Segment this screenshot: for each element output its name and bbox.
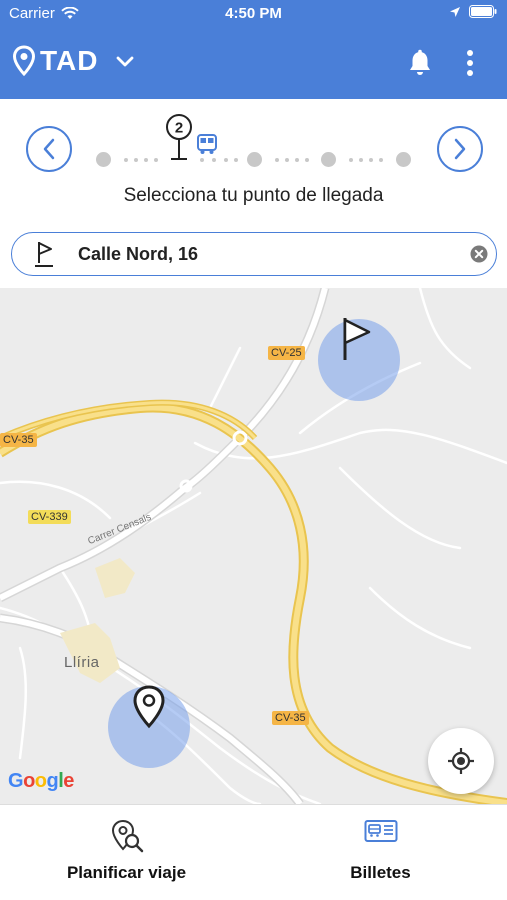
destination-input[interactable] xyxy=(78,239,458,269)
app-bar: TAD xyxy=(0,27,507,99)
tab-planificar-viaje[interactable]: Planificar viaje xyxy=(0,805,253,900)
step-separator-dot xyxy=(359,158,363,162)
arrival-marker[interactable] xyxy=(339,316,373,369)
map-search-icon xyxy=(109,819,145,858)
tab-planificar-label: Planificar viaje xyxy=(66,863,187,882)
step-separator-dot xyxy=(295,158,299,162)
tab-billetes[interactable]: Billetes xyxy=(254,805,507,900)
bus-icon xyxy=(197,134,217,154)
status-time: 4:50 PM xyxy=(225,5,282,22)
current-step-number: 2 xyxy=(175,120,183,137)
my-location-button[interactable] xyxy=(428,728,494,794)
town-label: Llíria xyxy=(64,654,100,671)
more-vertical-icon xyxy=(467,50,473,76)
chevron-right-icon xyxy=(454,138,466,160)
app-logo[interactable]: TAD xyxy=(12,45,98,77)
location-arrow-icon xyxy=(450,6,460,17)
step-pin-icon: 2 xyxy=(166,114,192,160)
battery-icon xyxy=(469,5,497,18)
destination-search-field[interactable] xyxy=(11,232,497,276)
step-separator-dot xyxy=(154,158,158,162)
step-separator-dot xyxy=(134,158,138,162)
step-separator-dot xyxy=(369,158,373,162)
previous-step-button[interactable] xyxy=(26,126,72,172)
location-pin-icon xyxy=(12,45,36,77)
step-indicator-5 xyxy=(396,152,411,167)
app-title: TAD xyxy=(40,45,99,76)
step-separator-dot xyxy=(224,158,228,162)
more-options-button[interactable] xyxy=(465,49,475,82)
map-roads xyxy=(0,288,507,804)
clear-icon xyxy=(470,245,488,263)
google-logo: Google xyxy=(8,770,74,792)
step-title: Selecciona tu punto de llegada xyxy=(123,185,384,206)
flag-icon xyxy=(34,240,56,275)
step-indicator-current: 2 xyxy=(164,113,194,168)
location-pin-icon xyxy=(133,685,165,729)
step-separator-dot xyxy=(285,158,289,162)
step-separator-dot xyxy=(234,158,238,162)
road-label: CV-339 xyxy=(28,510,71,524)
road-label: CV-25 xyxy=(268,346,305,360)
flag-icon xyxy=(343,318,371,360)
step-indicator-4 xyxy=(321,152,336,167)
bell-icon xyxy=(410,49,430,75)
road-label: CV-35 xyxy=(272,711,309,725)
tab-billetes-label: Billetes xyxy=(350,863,411,882)
bus-step-icon xyxy=(196,133,218,160)
step-indicator-3 xyxy=(247,152,262,167)
chevron-down-icon xyxy=(116,56,134,67)
step-separator-dot xyxy=(379,158,383,162)
map-view[interactable]: CV-25 CV-35 CV-339 CV-35 Carrer Censals … xyxy=(0,288,507,804)
ticket-icon xyxy=(364,819,398,850)
step-separator-dot xyxy=(305,158,309,162)
step-separator-dot xyxy=(275,158,279,162)
clear-search-button[interactable] xyxy=(470,245,488,268)
step-indicator-1 xyxy=(96,152,111,167)
crosshair-icon xyxy=(448,748,474,774)
next-step-button[interactable] xyxy=(437,126,483,172)
departure-marker[interactable] xyxy=(131,684,167,735)
bottom-tab-bar: Planificar viaje Billetes xyxy=(0,804,507,900)
status-bar: Carrier 4:50 PM xyxy=(0,0,507,27)
step-separator-dot xyxy=(349,158,353,162)
chevron-left-icon xyxy=(43,138,55,160)
app-switcher-button[interactable] xyxy=(116,55,134,73)
step-separator-dot xyxy=(124,158,128,162)
road-label: CV-35 xyxy=(0,433,37,447)
notifications-button[interactable] xyxy=(407,49,433,82)
status-right xyxy=(449,5,497,18)
step-separator-dot xyxy=(144,158,148,162)
